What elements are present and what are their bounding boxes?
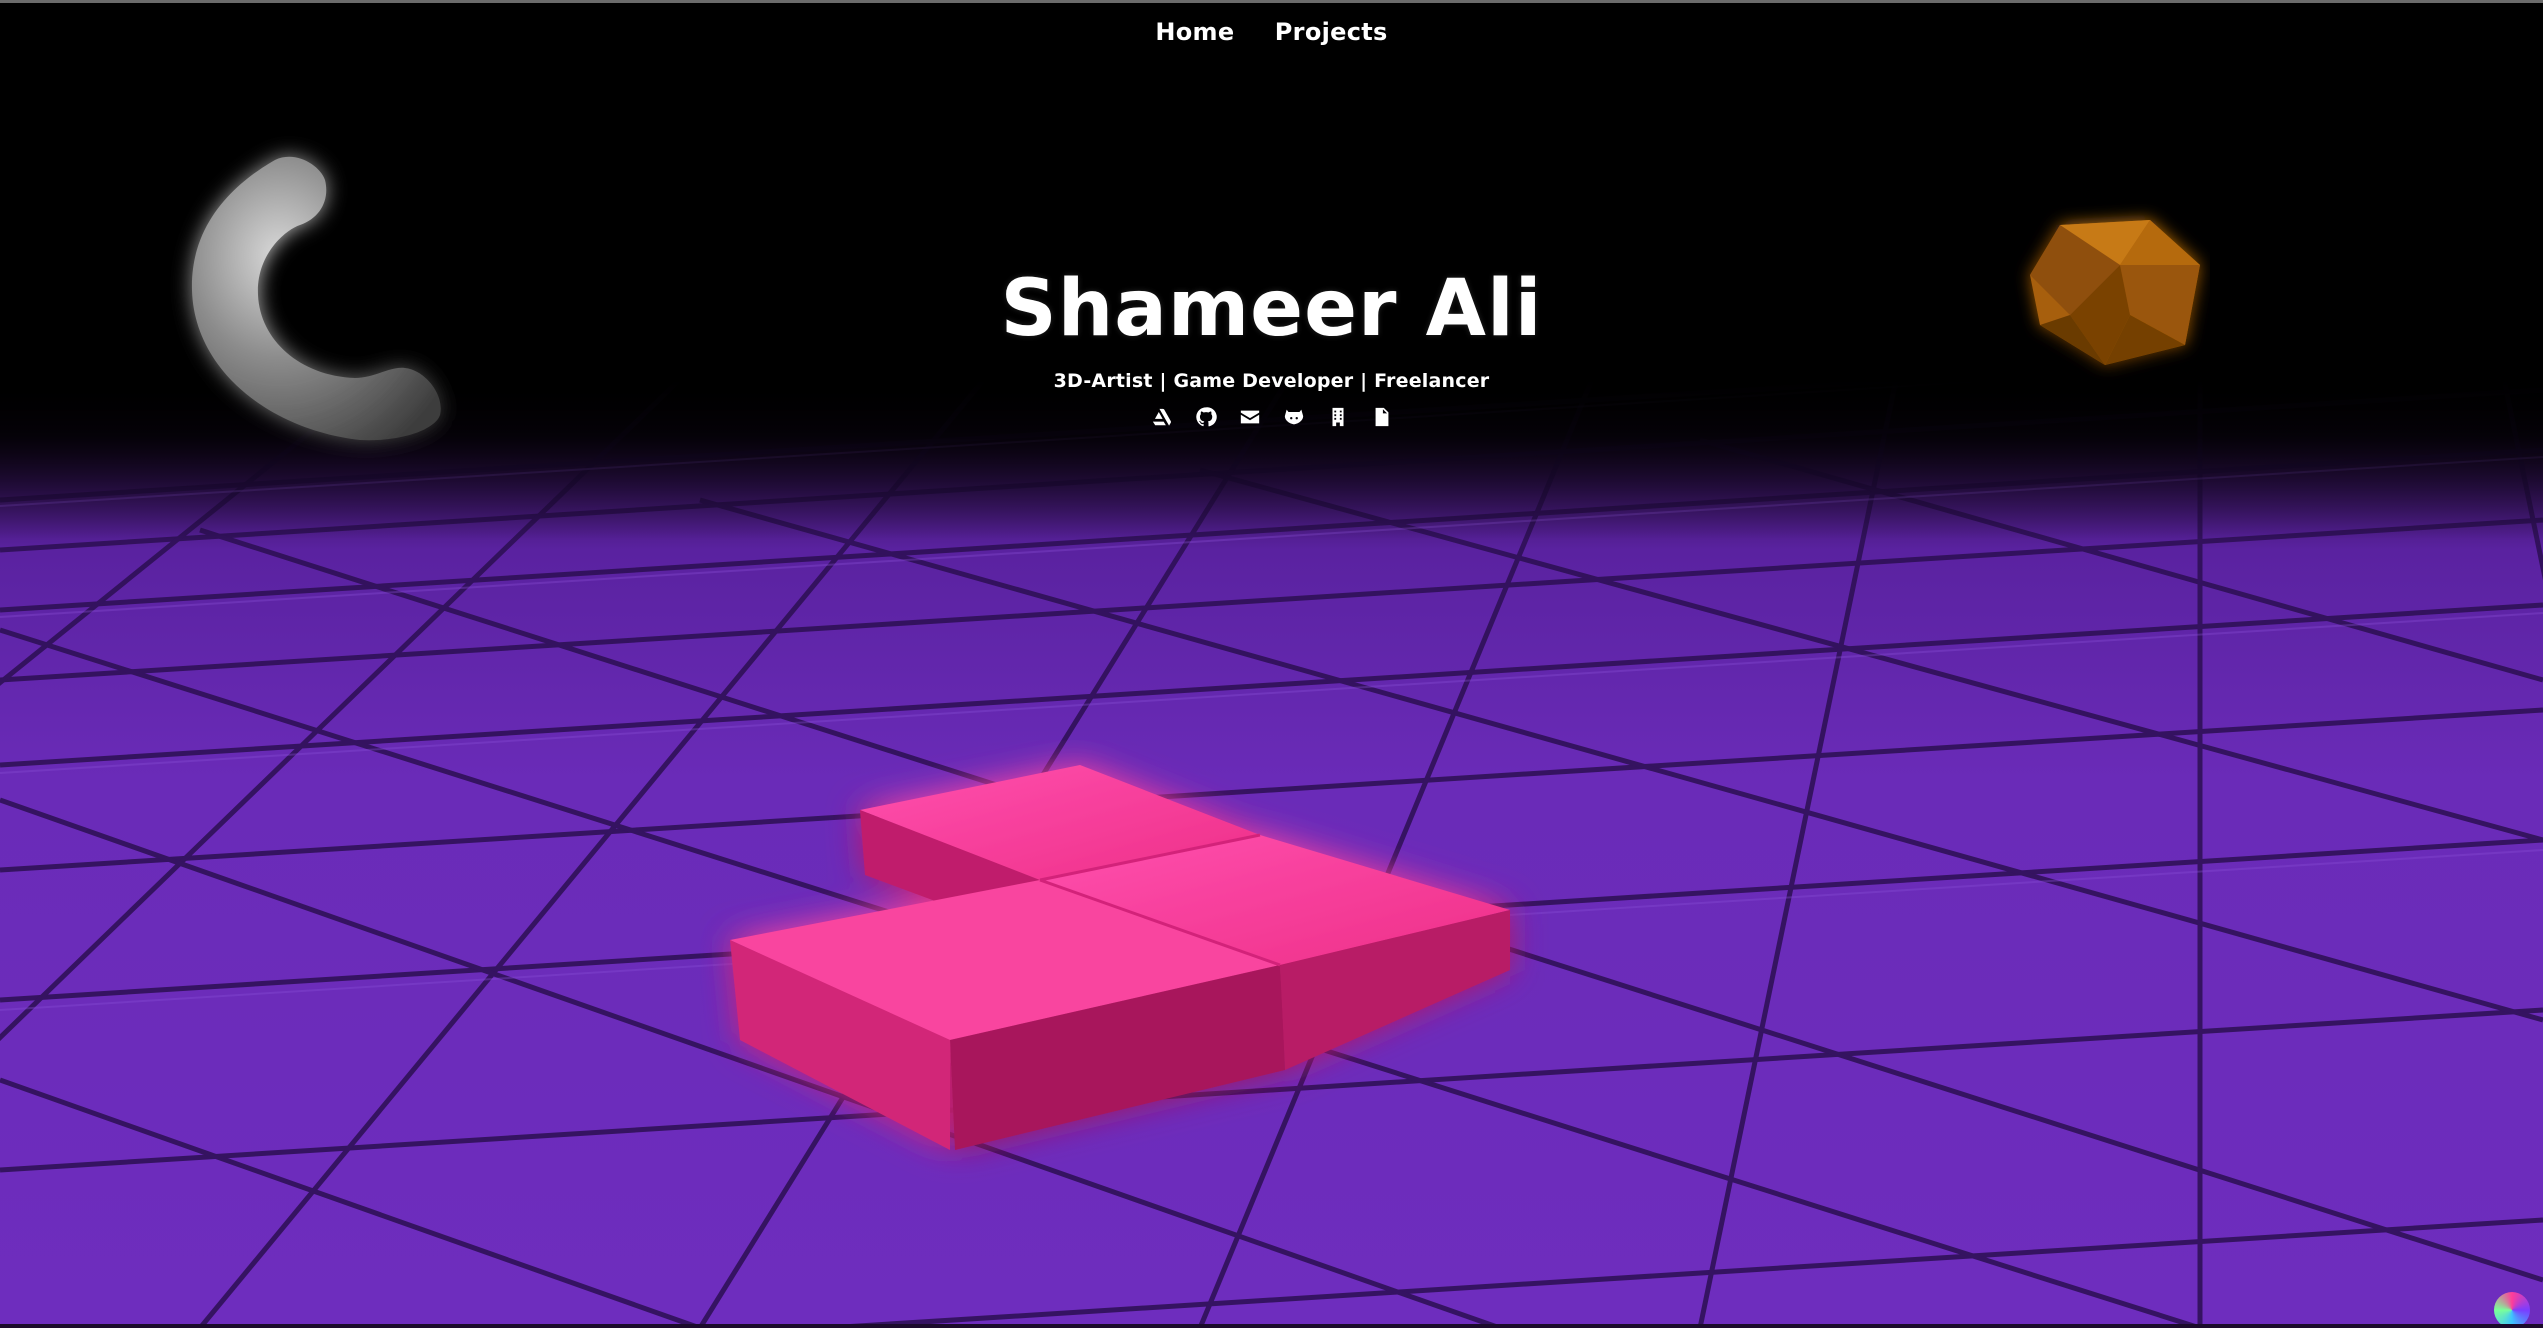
- bottom-strip: [0, 1324, 2543, 1328]
- gitlab-icon[interactable]: [1283, 406, 1305, 428]
- pdf-file-icon[interactable]: [1371, 406, 1393, 428]
- building-icon[interactable]: [1327, 406, 1349, 428]
- nav-projects-link[interactable]: Projects: [1275, 18, 1388, 46]
- pink-tetromino-blocks: [730, 765, 1510, 1150]
- hero-name: Shameer Ali: [1000, 264, 1543, 354]
- corner-logo-icon[interactable]: [2494, 1292, 2530, 1328]
- top-border: [0, 0, 2543, 3]
- hero-subtitle: 3D-Artist | Game Developer | Freelancer: [1053, 370, 1490, 392]
- hero-scene: Home Projects Shameer Ali 3D-Artist | Ga…: [0, 0, 2543, 1328]
- social-icons-row: [0, 406, 2543, 428]
- github-icon[interactable]: [1195, 406, 1217, 428]
- hero-header: Shameer Ali 3D-Artist | Game Developer |…: [0, 270, 2543, 428]
- nav-home-link[interactable]: Home: [1155, 18, 1234, 46]
- email-icon[interactable]: [1239, 406, 1261, 428]
- top-navbar: Home Projects: [0, 18, 2543, 46]
- artstation-icon[interactable]: [1151, 406, 1173, 428]
